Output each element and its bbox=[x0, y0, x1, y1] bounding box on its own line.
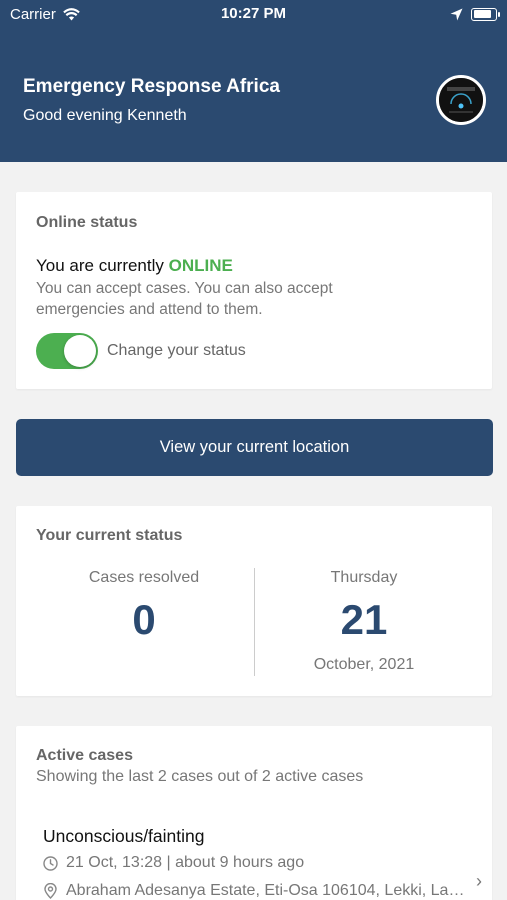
day-number: 21 bbox=[340, 596, 388, 643]
active-cases-subtitle: Showing the last 2 cases out of 2 active… bbox=[36, 768, 364, 785]
active-cases-title: Active cases bbox=[36, 747, 133, 764]
wifi-icon bbox=[63, 7, 80, 20]
avatar[interactable] bbox=[436, 75, 486, 125]
cases-resolved-column: Cases resolved 0 bbox=[34, 569, 254, 644]
online-status-prefix: You are currently bbox=[36, 256, 169, 275]
current-status-card: Your current status Cases resolved 0 Thu… bbox=[16, 506, 492, 696]
greeting-text: Good evening Kenneth bbox=[23, 107, 187, 124]
case-address: Abraham Adesanya Estate, Eti-Osa 106104,… bbox=[66, 882, 472, 899]
online-status-value: ONLINE bbox=[168, 256, 233, 275]
day-name: Thursday bbox=[330, 569, 398, 586]
app-header: Carrier 10:27 PM Emergency Response Afri… bbox=[0, 0, 507, 162]
active-cases-card: Active cases Showing the last 2 cases ou… bbox=[16, 726, 492, 900]
case-address-row: Abraham Adesanya Estate, Eti-Osa 106104,… bbox=[43, 882, 472, 900]
date-column: Thursday 21 October, 2021 bbox=[254, 569, 474, 674]
carrier-label: Carrier bbox=[10, 5, 56, 23]
month-year: October, 2021 bbox=[313, 656, 415, 673]
status-toggle-label: Change your status bbox=[107, 342, 246, 359]
clock-icon bbox=[43, 855, 58, 871]
battery-icon bbox=[471, 7, 500, 21]
chevron-right-icon: › bbox=[476, 871, 482, 891]
online-status-card: Online status You are currently ONLINE Y… bbox=[16, 192, 492, 389]
case-time: 21 Oct, 13:28 | about 9 hours ago bbox=[66, 854, 305, 871]
cases-resolved-count: 0 bbox=[132, 596, 156, 643]
current-status-title: Your current status bbox=[36, 527, 183, 544]
case-title: Unconscious/fainting bbox=[43, 826, 205, 846]
location-pin-icon bbox=[44, 883, 57, 899]
case-list-item[interactable]: Unconscious/fainting 21 Oct, 13:28 | abo… bbox=[16, 816, 492, 900]
status-bar: Carrier bbox=[0, 0, 507, 28]
avatar-image bbox=[439, 78, 483, 122]
online-status-description: You can accept cases. You can also accep… bbox=[36, 280, 333, 318]
view-location-button[interactable]: View your current location bbox=[16, 419, 493, 476]
online-status-title: Online status bbox=[36, 214, 138, 231]
app-title: Emergency Response Africa bbox=[23, 76, 280, 97]
cases-resolved-label: Cases resolved bbox=[88, 569, 200, 586]
toggle-knob bbox=[64, 335, 96, 367]
location-arrow-icon bbox=[450, 8, 463, 20]
case-time-row: 21 Oct, 13:28 | about 9 hours ago bbox=[43, 854, 304, 872]
online-status-line: You are currently ONLINE bbox=[36, 256, 233, 276]
status-toggle[interactable] bbox=[36, 333, 98, 369]
